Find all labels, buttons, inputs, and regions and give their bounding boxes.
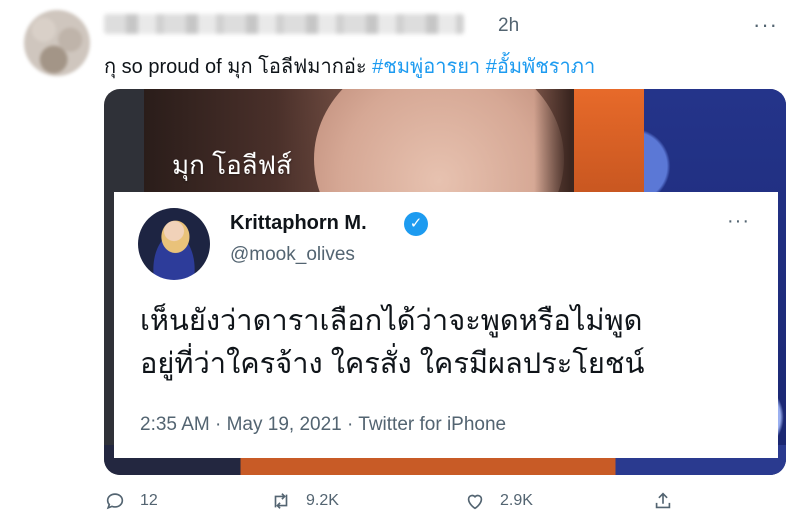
quoted-body: เห็นยังว่าดาราเลือกได้ว่าจะพูดหรือไม่พูด… [140, 300, 760, 386]
quoted-avatar [138, 208, 210, 280]
quoted-body-line: เห็นยังว่าดาราเลือกได้ว่าจะพูดหรือไม่พูด [140, 305, 643, 337]
share-icon [655, 492, 671, 509]
retweet-icon [274, 493, 288, 509]
quoted-body-line: อยู่ที่ว่าใครจ้าง ใครสั่ง ใครมีผลประโยชน… [140, 348, 645, 380]
hashtag-link[interactable]: #อั้มพัชราภา [486, 56, 595, 78]
media-caption: มุก โอลีฟส์ [172, 150, 292, 180]
quoted-handle: @mook_olives [230, 244, 355, 265]
tweet-text-plain: กุ so proud of มุก โอลีฟมากอ่ะ [104, 56, 367, 78]
more-icon[interactable]: ··· [753, 12, 778, 38]
quoted-tweet-card: Krittaphorn M. ✓ @mook_olives ··· เห็นยั… [114, 192, 778, 458]
reply-icon [106, 493, 124, 510]
author-avatar[interactable] [24, 10, 90, 76]
reply-count: 12 [140, 492, 158, 509]
quoted-name: Krittaphorn M. [230, 212, 367, 234]
tweet-text: กุ so proud of มุก โอลีฟมากอ่ะ #ชมพู่อาร… [104, 50, 595, 82]
retweet-count: 9.2K [306, 492, 339, 509]
hashtag-link[interactable]: #ชมพู่อารยา [372, 56, 480, 78]
verified-icon: ✓ [404, 212, 428, 236]
author-name-blurred[interactable] [104, 14, 464, 34]
tweet-time[interactable]: 2h [498, 15, 519, 37]
like-button[interactable]: 2.9K [464, 490, 533, 512]
photo-orange [574, 89, 644, 209]
share-button[interactable] [652, 490, 674, 512]
reply-button[interactable]: 12 [104, 490, 158, 512]
more-icon: ··· [727, 210, 750, 232]
retweet-button[interactable]: 9.2K [270, 490, 339, 512]
tweet-media[interactable]: มุก โอลีฟส์ Krittaphorn M. ✓ @mook_olive… [104, 89, 786, 475]
quoted-meta: 2:35 AM · May 19, 2021 · Twitter for iPh… [140, 414, 507, 435]
like-count: 2.9K [500, 492, 533, 509]
like-icon [467, 494, 483, 510]
tweet-actions: 12 9.2K 2.9K [104, 490, 704, 518]
